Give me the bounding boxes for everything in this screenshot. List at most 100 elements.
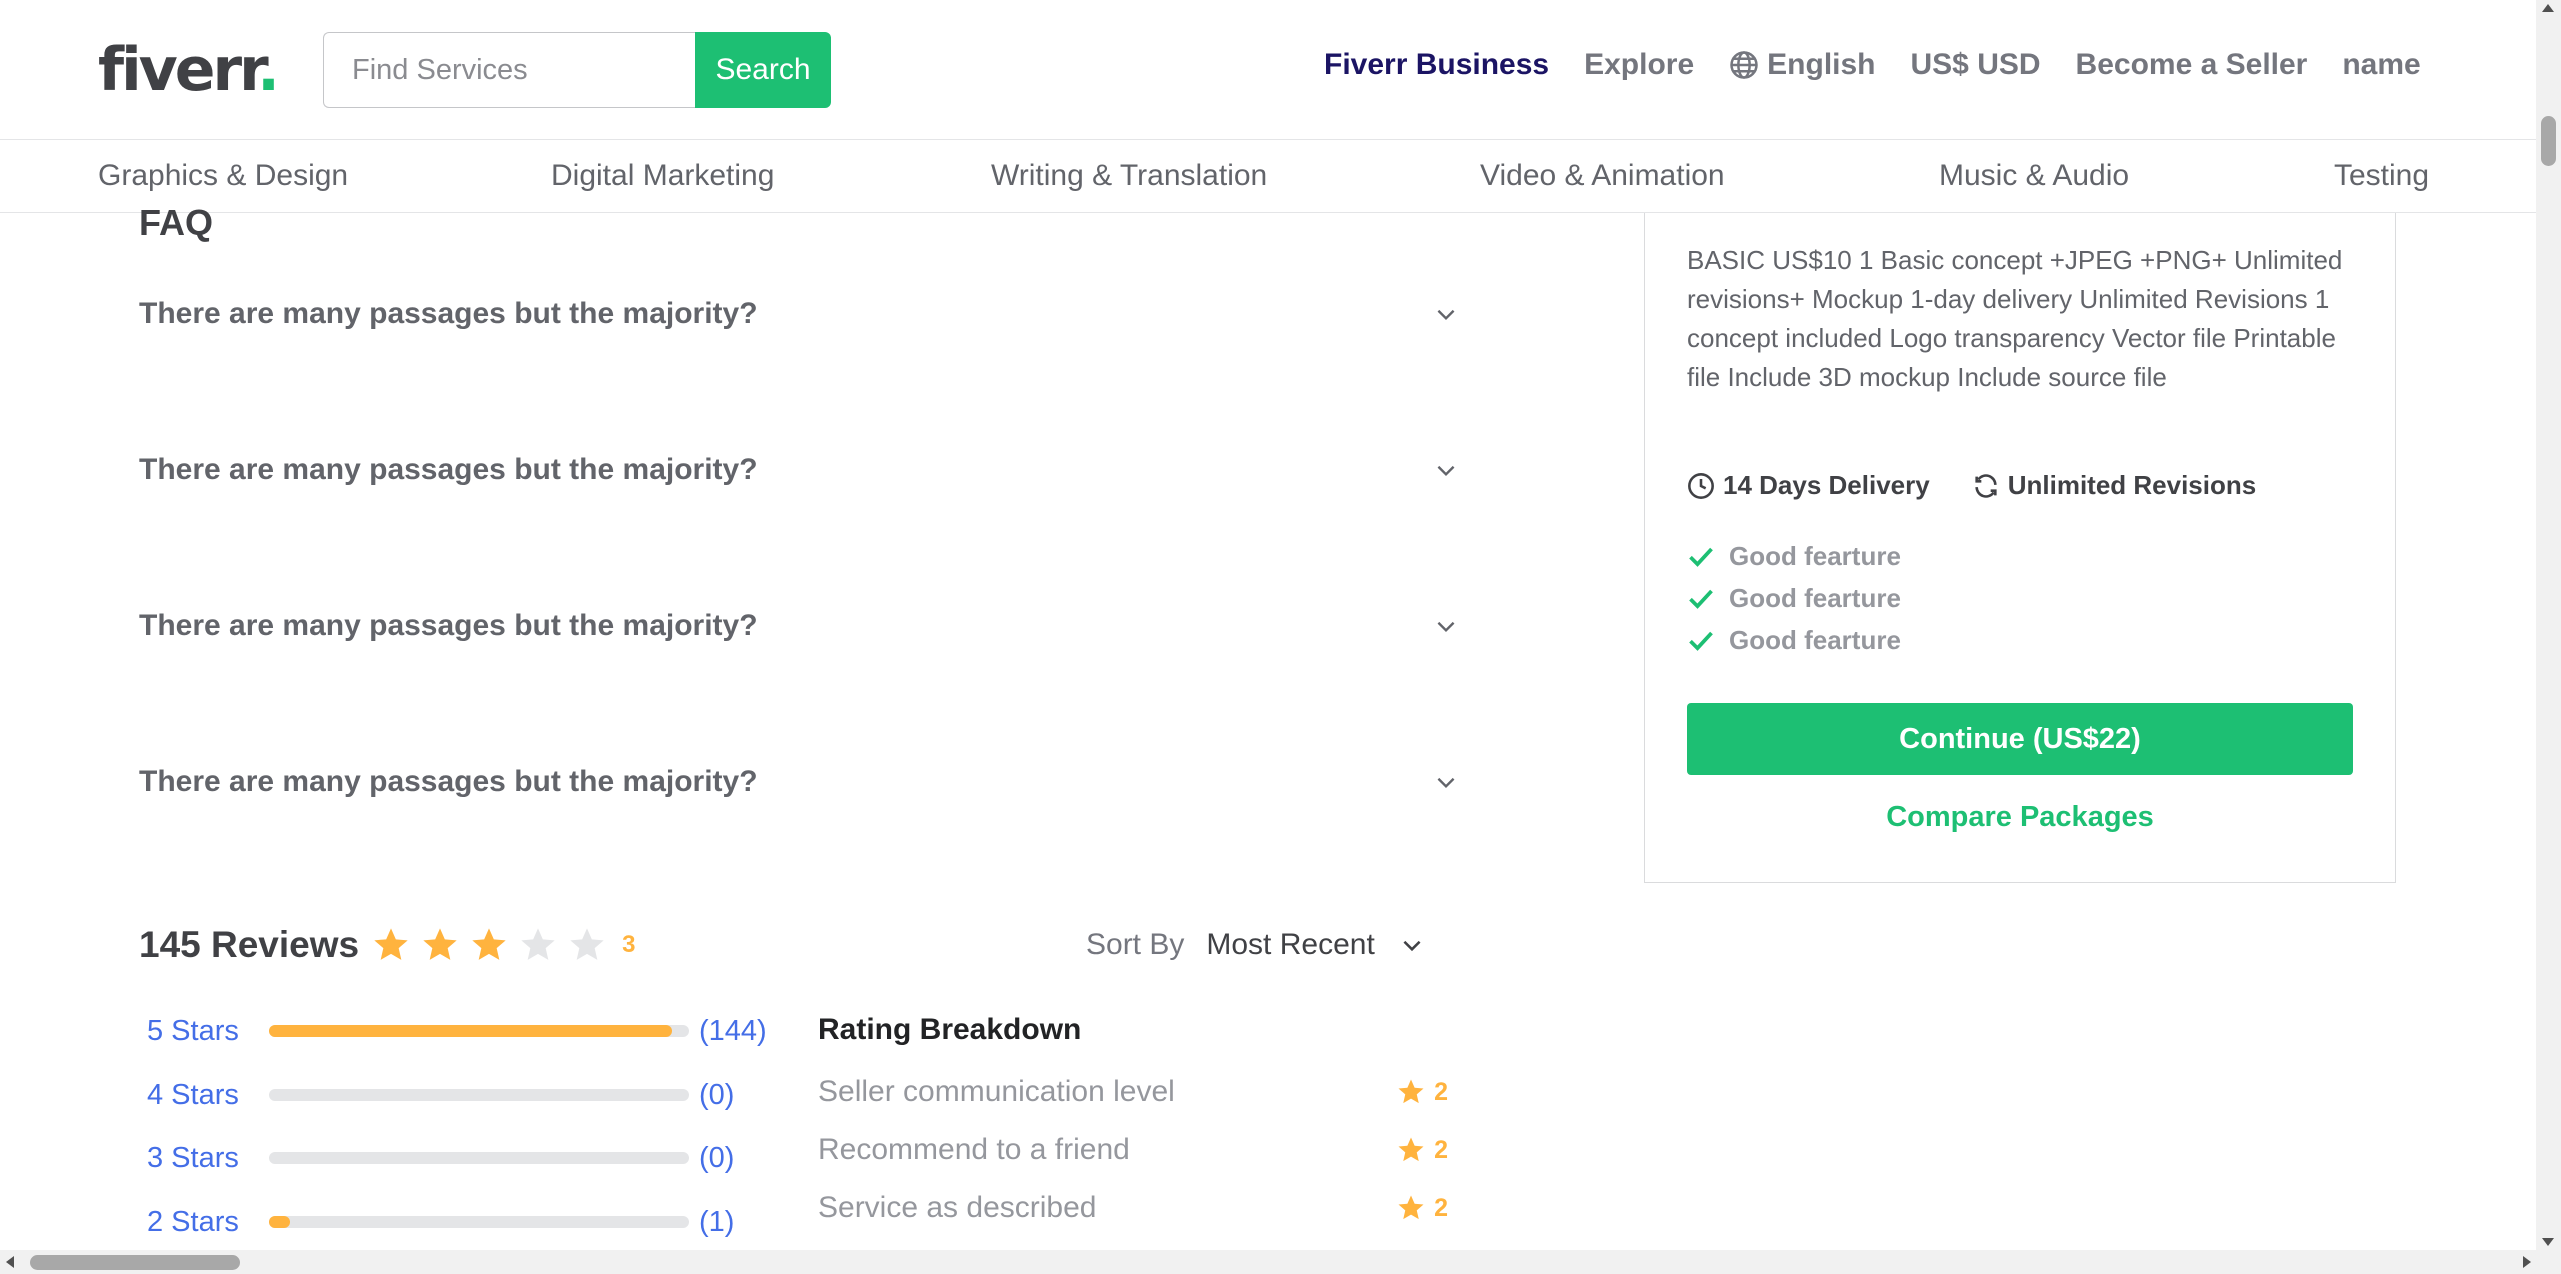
star-empty-icon (570, 928, 604, 960)
breakdown-label: Service as described (818, 1191, 1097, 1224)
language-label: English (1767, 48, 1876, 81)
fiverr-logo[interactable]: fiverr. (98, 36, 280, 104)
breakdown-row: Service as described 2 (818, 1191, 1448, 1225)
star-filter-row[interactable]: 4 Stars (0) (147, 1075, 734, 1115)
sort-label: Sort By (1086, 928, 1185, 961)
chevron-down-icon (1437, 777, 1455, 789)
chevron-down-icon (1437, 465, 1455, 477)
reviews-count: 145 Reviews (139, 924, 360, 965)
chevron-down-icon (1403, 940, 1421, 952)
currency-selector[interactable]: US$ USD (1911, 48, 2041, 82)
rating-breakdown-title: Rating Breakdown (818, 1013, 1082, 1046)
star-progress-bar (269, 1025, 689, 1037)
explore-link[interactable]: Explore (1584, 48, 1694, 82)
horizontal-scrollbar[interactable] (0, 1250, 2561, 1274)
site-header: fiverr. Search Fiverr Business Explore E… (0, 0, 2536, 140)
package-meta: 14 Days Delivery Unlimited Revisions (1687, 470, 2298, 501)
star-progress-bar (269, 1152, 689, 1164)
breakdown-value: 2 (1396, 1077, 1448, 1107)
star-filter-label[interactable]: 4 Stars (147, 1079, 269, 1112)
star-progress-bar (269, 1089, 689, 1101)
compare-packages-link[interactable]: Compare Packages (1687, 801, 2353, 834)
feature-item: Good fearture (1687, 577, 1901, 619)
vertical-scroll-thumb[interactable] (2541, 116, 2556, 166)
check-icon (1689, 589, 1713, 609)
scroll-right-arrow[interactable] (2523, 1256, 2531, 1268)
rating-stars (371, 925, 616, 965)
check-icon (1689, 631, 1713, 651)
faq-title: FAQ (139, 202, 214, 243)
fiverr-business-link[interactable]: Fiverr Business (1324, 48, 1549, 82)
breakdown-label: Recommend to a friend (818, 1133, 1130, 1166)
top-nav: Fiverr Business Explore English US$ USD … (1324, 48, 2456, 82)
vertical-scrollbar[interactable] (2536, 0, 2561, 1250)
star-filter-count: (0) (699, 1141, 735, 1174)
breakdown-row: Recommend to a friend 2 (818, 1133, 1448, 1167)
chevron-down-icon (1437, 309, 1455, 321)
continue-button[interactable]: Continue (US$22) (1687, 703, 2353, 775)
horizontal-scroll-thumb[interactable] (30, 1255, 240, 1270)
delivery-time: 14 Days Delivery (1687, 470, 1930, 501)
star-progress-bar (269, 1216, 689, 1228)
search-bar: Search (323, 32, 831, 108)
faq-item[interactable]: There are many passages but the majority… (139, 596, 1459, 656)
star-filled-icon (423, 928, 457, 960)
sort-dropdown[interactable]: Sort By Most Recent (1086, 928, 1425, 962)
faq-question: There are many passages but the majority… (139, 609, 758, 642)
sort-value: Most Recent (1206, 928, 1375, 961)
become-seller-link[interactable]: Become a Seller (2076, 48, 2308, 82)
clock-icon (1688, 472, 1714, 499)
category-graphics-design[interactable]: Graphics & Design (98, 159, 348, 193)
scroll-down-arrow[interactable] (2542, 1238, 2554, 1246)
faq-question: There are many passages but the majority… (139, 765, 758, 798)
refresh-icon (1975, 473, 1997, 498)
faq-item[interactable]: There are many passages but the majority… (139, 284, 1459, 344)
category-writing-translation[interactable]: Writing & Translation (991, 159, 1267, 193)
star-filter-label[interactable]: 3 Stars (147, 1142, 269, 1175)
star-icon (1398, 1195, 1424, 1220)
star-progress-fill (269, 1216, 290, 1228)
star-progress-fill (269, 1025, 673, 1037)
feature-item: Good fearture (1687, 619, 1901, 661)
star-filled-icon (472, 928, 506, 960)
star-icon (1398, 1079, 1424, 1104)
star-filled-icon (374, 928, 408, 960)
category-music-audio[interactable]: Music & Audio (1939, 159, 2129, 193)
search-button[interactable]: Search (695, 32, 831, 108)
revisions-count: Unlimited Revisions (1972, 470, 2256, 501)
star-filter-label[interactable]: 5 Stars (147, 1015, 269, 1048)
feature-item: Good fearture (1687, 535, 1901, 577)
star-filter-label[interactable]: 2 Stars (147, 1206, 269, 1239)
star-filter-row[interactable]: 2 Stars (1) (147, 1202, 734, 1242)
star-icon (1398, 1137, 1424, 1162)
category-video-animation[interactable]: Video & Animation (1480, 159, 1725, 193)
faq-question: There are many passages but the majority… (139, 297, 758, 330)
star-filter-count: (1) (699, 1205, 735, 1238)
package-features: Good fearture Good fearture Good feartur… (1687, 535, 1901, 661)
star-filter-count: (0) (699, 1078, 735, 1111)
scroll-up-arrow[interactable] (2542, 4, 2554, 12)
faq-item[interactable]: There are many passages but the majority… (139, 752, 1459, 812)
globe-icon (1730, 51, 1758, 79)
breakdown-label: Seller communication level (818, 1075, 1175, 1108)
star-filter-row[interactable]: 5 Stars (144) (147, 1011, 767, 1051)
search-input[interactable] (323, 32, 695, 108)
category-nav: Graphics & Design Digital Marketing Writ… (0, 141, 2536, 213)
star-filter-row[interactable]: 3 Stars (0) (147, 1138, 734, 1178)
breakdown-row: Seller communication level 2 (818, 1075, 1448, 1109)
package-description: BASIC US$10 1 Basic concept +JPEG +PNG+ … (1687, 245, 2343, 392)
reviews-header: 145 Reviews 3 (139, 924, 635, 966)
package-card: BASIC US$10 1 Basic concept +JPEG +PNG+ … (1644, 213, 2396, 883)
rating-value: 3 (622, 931, 636, 958)
faq-question: There are many passages but the majority… (139, 453, 758, 486)
star-empty-icon (521, 928, 555, 960)
category-digital-marketing[interactable]: Digital Marketing (551, 159, 774, 193)
category-testing[interactable]: Testing (2334, 159, 2429, 193)
user-menu[interactable]: name (2342, 48, 2420, 82)
scroll-left-arrow[interactable] (6, 1256, 14, 1268)
check-icon (1689, 547, 1713, 567)
chevron-down-icon (1437, 621, 1455, 633)
star-filter-count: (144) (699, 1014, 767, 1047)
faq-item[interactable]: There are many passages but the majority… (139, 440, 1459, 500)
language-selector[interactable]: English (1729, 48, 1876, 82)
